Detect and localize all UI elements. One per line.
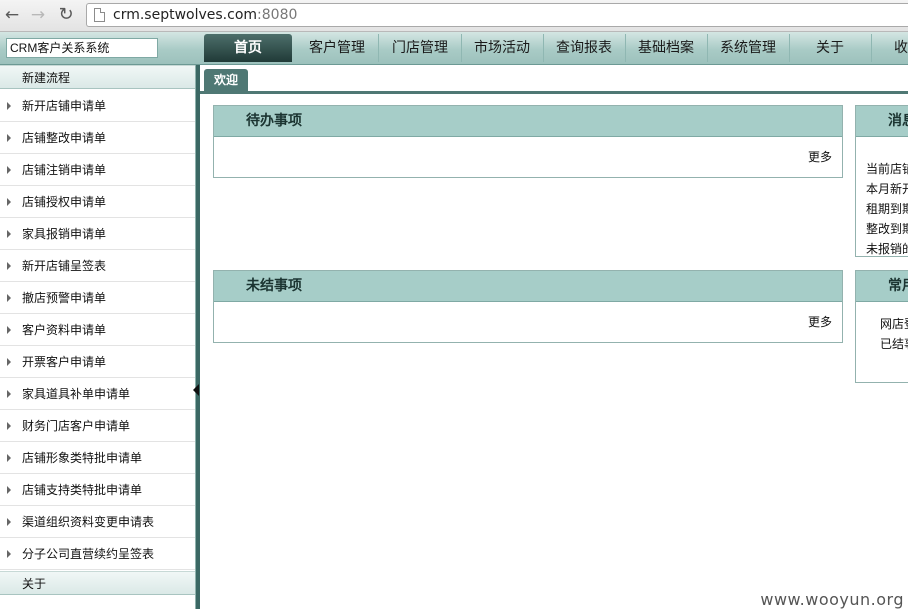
todo-more-link[interactable]: 更多 — [808, 148, 832, 165]
nav-reports[interactable]: 查询报表 — [543, 34, 626, 62]
message-line[interactable]: 当前店铺 — [866, 160, 908, 177]
sidebar-item-customer-info[interactable]: 客户资料申请单 — [0, 314, 195, 346]
nav-collapse[interactable]: 收 — [872, 34, 908, 62]
tab-bar: 欢迎 — [200, 65, 908, 94]
nav-store-management[interactable]: 门店管理 — [379, 34, 462, 62]
triangle-right-icon — [7, 390, 11, 398]
sidebar-item-furniture-reimbursement[interactable]: 家具报销申请单 — [0, 218, 195, 250]
main-content: 待办事项 更多 未结事项 更多 消息 当前店铺 本月新开 租期到期 整改到期 未… — [200, 94, 908, 609]
sidebar-item-store-image-special[interactable]: 店铺形象类特批申请单 — [0, 442, 195, 474]
todo-panel-title: 待办事项 — [214, 106, 842, 137]
pending-panel-title: 未结事项 — [214, 271, 842, 302]
message-line[interactable]: 本月新开 — [866, 180, 908, 197]
common-link[interactable]: 网店登 — [880, 315, 908, 332]
message-line[interactable]: 整改到期 — [866, 220, 908, 237]
nav-customer-management[interactable]: 客户管理 — [296, 34, 379, 62]
nav-system-management[interactable]: 系统管理 — [707, 34, 790, 62]
sidebar-item-store-authorization[interactable]: 店铺授权申请单 — [0, 186, 195, 218]
triangle-right-icon — [7, 102, 11, 110]
nav-home[interactable]: 首页 — [204, 34, 292, 62]
sidebar-item-new-store-approval[interactable]: 新开店铺呈签表 — [0, 250, 195, 282]
pending-more-link[interactable]: 更多 — [808, 313, 832, 330]
sidebar-item-invoice-customer[interactable]: 开票客户申请单 — [0, 346, 195, 378]
todo-panel: 待办事项 更多 — [213, 105, 843, 178]
triangle-right-icon — [7, 230, 11, 238]
triangle-right-icon — [7, 550, 11, 558]
address-bar[interactable]: crm.septwolves.com:8080 — [86, 3, 908, 27]
triangle-right-icon — [7, 198, 11, 206]
collapse-left-icon[interactable] — [193, 384, 199, 396]
browser-toolbar: ← → ↻ crm.septwolves.com:8080 — [0, 0, 908, 32]
sidebar-item-finance-store-customer[interactable]: 财务门店客户申请单 — [0, 410, 195, 442]
nav-master-data[interactable]: 基础档案 — [625, 34, 708, 62]
nav-about[interactable]: 关于 — [789, 34, 872, 62]
sidebar: 新建流程 新开店铺申请单 店铺整改申请单 店铺注销申请单 店铺授权申请单 家具报… — [0, 65, 196, 609]
triangle-right-icon — [7, 486, 11, 494]
sidebar-item-furniture-props-reorder[interactable]: 家具道具补单申请单 — [0, 378, 195, 410]
sidebar-item-store-rectification[interactable]: 店铺整改申请单 — [0, 122, 195, 154]
common-panel: 常用 网店登 已结事 — [855, 270, 908, 383]
triangle-right-icon — [7, 294, 11, 302]
pending-panel: 未结事项 更多 — [213, 270, 843, 343]
triangle-right-icon — [7, 358, 11, 366]
message-line[interactable]: 租期到期 — [866, 200, 908, 217]
sidebar-item-new-store-application[interactable]: 新开店铺申请单 — [0, 90, 195, 122]
url-text: crm.septwolves.com:8080 — [113, 7, 298, 23]
page-icon — [94, 8, 105, 22]
sidebar-section-about[interactable]: 关于 — [0, 571, 195, 595]
triangle-right-icon — [7, 454, 11, 462]
sidebar-item-store-withdrawal-warning[interactable]: 撤店预警申请单 — [0, 282, 195, 314]
app-title: CRM客户关系系统 — [6, 38, 158, 58]
reload-icon[interactable]: ↻ — [56, 4, 76, 26]
sidebar-item-store-support-special[interactable]: 店铺支持类特批申请单 — [0, 474, 195, 506]
triangle-right-icon — [7, 166, 11, 174]
forward-arrow-icon[interactable]: → — [28, 4, 48, 26]
watermark: www.wooyun.org — [760, 590, 904, 609]
triangle-right-icon — [7, 134, 11, 142]
triangle-right-icon — [7, 518, 11, 526]
messages-panel: 消息 当前店铺 本月新开 租期到期 整改到期 未报销的 — [855, 105, 908, 257]
sidebar-item-subsidiary-renewal[interactable]: 分子公司直营续约呈签表 — [0, 538, 195, 570]
triangle-right-icon — [7, 262, 11, 270]
back-arrow-icon[interactable]: ← — [2, 4, 22, 26]
app-header: CRM客户关系系统 首页 客户管理 门店管理 市场活动 查询报表 基础档案 系统… — [0, 32, 908, 65]
sidebar-section-new-process[interactable]: 新建流程 — [0, 65, 195, 89]
messages-panel-title: 消息 — [856, 106, 908, 137]
sidebar-item-channel-org-change[interactable]: 渠道组织资料变更申请表 — [0, 506, 195, 538]
triangle-right-icon — [7, 422, 11, 430]
tab-welcome[interactable]: 欢迎 — [204, 69, 248, 91]
message-line[interactable]: 未报销的 — [866, 240, 908, 257]
triangle-right-icon — [7, 326, 11, 334]
common-panel-title: 常用 — [856, 271, 908, 302]
sidebar-item-store-cancellation[interactable]: 店铺注销申请单 — [0, 154, 195, 186]
nav-marketing[interactable]: 市场活动 — [461, 34, 544, 62]
common-link[interactable]: 已结事 — [880, 335, 908, 352]
